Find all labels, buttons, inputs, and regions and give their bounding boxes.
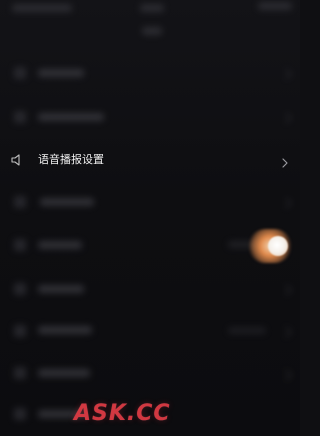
blurred-menu-icon (14, 283, 26, 295)
blurred-menu-icon (14, 111, 26, 123)
toggle-knob (268, 236, 288, 256)
blurred-menu-label (38, 285, 84, 293)
blurred-chevron-icon (280, 197, 292, 209)
speaker-icon (10, 152, 24, 166)
blurred-menu-icon (14, 408, 26, 420)
blurred-menu-label (38, 369, 90, 377)
blurred-menu-label (38, 241, 82, 249)
blurred-menu-icon (14, 239, 26, 251)
blurred-background-content (0, 0, 300, 436)
blurred-status-bar-center (140, 4, 164, 12)
blurred-chevron-icon (280, 112, 292, 124)
blurred-menu-icon (14, 367, 26, 379)
blurred-right-value (228, 327, 266, 334)
voice-broadcast-settings-label: 语音播报设置 (38, 153, 104, 166)
blurred-menu-label (38, 326, 92, 334)
chevron-right-icon (280, 154, 290, 168)
blurred-menu-label (38, 113, 104, 121)
watermark-logo: ASK.CC (74, 401, 171, 426)
blurred-chevron-icon (280, 326, 292, 338)
blurred-chevron-icon (280, 68, 292, 80)
blurred-menu-label (40, 198, 94, 206)
blurred-status-bar-detail (142, 27, 162, 35)
blurred-menu-label (38, 69, 84, 77)
blurred-status-bar-left (12, 4, 72, 12)
blurred-menu-icon (14, 325, 26, 337)
voice-broadcast-settings-row[interactable]: 语音播报设置 (0, 144, 300, 178)
blurred-menu-icon (14, 196, 26, 208)
blurred-status-bar-right (258, 2, 292, 10)
blurred-chevron-icon (280, 284, 292, 296)
blurred-chevron-icon (280, 369, 292, 381)
blurred-menu-icon (14, 67, 26, 79)
settings-screen: 语音播报设置 ASK.CC (0, 0, 300, 436)
